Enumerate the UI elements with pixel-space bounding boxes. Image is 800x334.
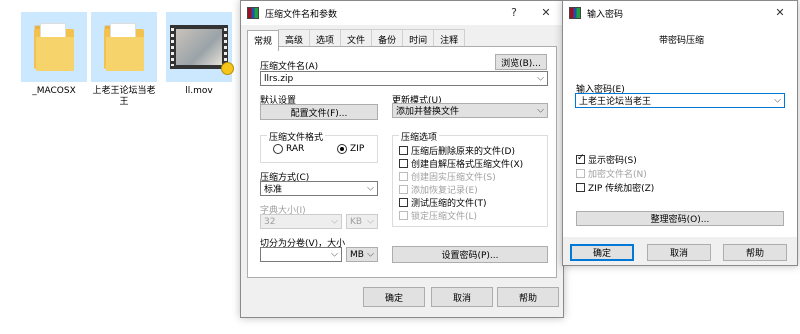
desktop-file-video[interactable]: ll.mov bbox=[166, 12, 234, 97]
password-panel: 带密码压缩 输入密码(E) 上老王论坛当老王 ⌵ 显示密码(S) 加密文件名(N… bbox=[563, 25, 797, 237]
split-unit-value: MB bbox=[350, 249, 364, 260]
titlebar: 压缩文件名和参数 ? ✕ bbox=[241, 1, 563, 25]
checkbox-label: 创建固实压缩文件(S) bbox=[411, 173, 496, 183]
dialog-title: 压缩文件名和参数 bbox=[265, 9, 338, 20]
chevron-down-icon: ⌵ bbox=[367, 249, 374, 259]
set-password-button[interactable]: 设置密码(P)... bbox=[392, 246, 548, 263]
password-help-button[interactable]: 帮助 bbox=[723, 244, 787, 261]
chevron-down-icon: ⌵ bbox=[331, 249, 338, 259]
checkbox-box bbox=[399, 159, 408, 168]
titlebar: 输入密码 ✕ bbox=[563, 1, 797, 25]
radio-dot bbox=[273, 144, 283, 154]
checkbox-box bbox=[399, 185, 408, 194]
desktop-file-macosx[interactable]: _MACOSX bbox=[21, 12, 87, 97]
archive-name-value: llrs.zip bbox=[264, 73, 294, 84]
checkbox-box bbox=[576, 183, 585, 192]
checkbox-label: 测试压缩的文件(T) bbox=[411, 199, 487, 209]
ok-button[interactable]: 确定 bbox=[363, 287, 425, 307]
video-file-icon bbox=[170, 25, 234, 75]
dict-size-select: 32 ⌵ bbox=[260, 214, 342, 229]
folder-thumbnail bbox=[91, 12, 157, 82]
format-zip-radio[interactable]: ZIP bbox=[337, 144, 364, 154]
solid-checkbox: 创建固实压缩文件(S) bbox=[399, 170, 496, 183]
general-panel: 压缩文件名(A) 浏览(B)... llrs.zip ⌵ 默认设置 配置文件(F… bbox=[247, 46, 557, 278]
dialog-title: 输入密码 bbox=[587, 9, 624, 20]
show-password-checkbox[interactable]: 显示密码(S) bbox=[576, 153, 637, 166]
browse-button[interactable]: 浏览(B)... bbox=[495, 54, 547, 70]
checkbox-label: 加密文件名(N) bbox=[588, 170, 647, 180]
checkbox-box bbox=[399, 211, 408, 220]
help-button[interactable]: 帮助 bbox=[497, 287, 559, 307]
password-value: 上老王论坛当老王 bbox=[579, 97, 652, 107]
chevron-down-icon: ⌵ bbox=[331, 216, 338, 226]
file-name: 上老王论坛当老王 bbox=[92, 86, 156, 107]
chevron-down-icon: ⌵ bbox=[537, 73, 544, 83]
checkbox-label: 压缩后删除原来的文件(D) bbox=[411, 147, 515, 157]
chevron-down-icon: ⌵ bbox=[774, 95, 781, 105]
organize-passwords-button[interactable]: 整理密码(O)... bbox=[576, 211, 784, 226]
chevron-down-icon: ⌵ bbox=[537, 105, 544, 115]
checkbox-box-checked bbox=[576, 153, 585, 164]
format-group-title: 压缩文件格式 bbox=[267, 130, 326, 143]
folder-thumbnail bbox=[21, 12, 87, 82]
folder-icon bbox=[104, 23, 144, 71]
help-title-button[interactable]: ? bbox=[499, 1, 529, 25]
password-heading: 带密码压缩 bbox=[659, 36, 705, 46]
checkbox-box bbox=[399, 146, 408, 155]
folder-icon bbox=[34, 23, 74, 71]
close-button[interactable]: ✕ bbox=[765, 1, 795, 25]
dict-size-value: 32 bbox=[264, 216, 276, 227]
dict-unit-select: KB ⌵ bbox=[346, 214, 378, 229]
options-group-title: 压缩选项 bbox=[399, 130, 440, 143]
checkbox-label: ZIP 传统加密(Z) bbox=[588, 184, 655, 194]
lock-archive-checkbox: 锁定压缩文件(L) bbox=[399, 209, 477, 222]
checkbox-box bbox=[399, 198, 408, 207]
sfx-checkbox[interactable]: 创建自解压格式压缩文件(X) bbox=[399, 157, 523, 170]
archive-params-dialog: 压缩文件名和参数 ? ✕ 常规 高级 选项 文件 备份 时间 注释 压缩文件名(… bbox=[240, 0, 564, 318]
recovery-record-checkbox: 添加恢复记录(E) bbox=[399, 183, 478, 196]
chevron-down-icon: ⌵ bbox=[367, 183, 374, 193]
password-input[interactable]: 上老王论坛当老王 ⌵ bbox=[575, 93, 785, 108]
method-value: 标准 bbox=[264, 185, 283, 195]
format-rar-radio[interactable]: RAR bbox=[273, 144, 304, 154]
password-dialog: 输入密码 ✕ 带密码压缩 输入密码(E) 上老王论坛当老王 ⌵ 显示密码(S) … bbox=[562, 0, 798, 266]
split-size-combo[interactable]: ⌵ bbox=[260, 247, 342, 262]
cancel-button[interactable]: 取消 bbox=[431, 287, 493, 307]
file-name: _MACOSX bbox=[32, 86, 76, 96]
test-files-checkbox[interactable]: 测试压缩的文件(T) bbox=[399, 196, 487, 209]
winrar-icon bbox=[569, 7, 581, 19]
archive-name-combo[interactable]: llrs.zip ⌵ bbox=[260, 71, 548, 86]
dict-unit-value: KB bbox=[350, 216, 363, 227]
options-group: 压缩选项 压缩后删除原来的文件(D) 创建自解压格式压缩文件(X) 创建固实压缩… bbox=[392, 130, 548, 227]
player-badge-icon bbox=[221, 62, 234, 75]
zip-legacy-encryption-checkbox[interactable]: ZIP 传统加密(Z) bbox=[576, 181, 654, 194]
update-mode-select[interactable]: 添加并替换文件 ⌵ bbox=[392, 103, 548, 118]
format-group: 压缩文件格式 RAR ZIP bbox=[260, 130, 378, 163]
checkbox-box bbox=[399, 172, 408, 181]
checkbox-label: 添加恢复记录(E) bbox=[411, 186, 478, 196]
method-select[interactable]: 标准 ⌵ bbox=[260, 181, 378, 196]
radio-dot-selected bbox=[337, 144, 347, 154]
update-mode-value: 添加并替换文件 bbox=[396, 107, 460, 117]
chevron-down-icon: ⌵ bbox=[367, 216, 374, 226]
desktop-file-folder[interactable]: 上老王论坛当老王 bbox=[91, 12, 157, 108]
checkbox-label: 显示密码(S) bbox=[588, 156, 637, 166]
checkbox-label: 锁定压缩文件(L) bbox=[411, 212, 478, 222]
close-button[interactable]: ✕ bbox=[531, 1, 561, 25]
delete-after-checkbox[interactable]: 压缩后删除原来的文件(D) bbox=[399, 144, 515, 157]
video-thumbnail bbox=[166, 12, 234, 82]
checkbox-label: 创建自解压格式压缩文件(X) bbox=[411, 160, 524, 170]
file-name: ll.mov bbox=[185, 86, 213, 96]
checkbox-box bbox=[576, 169, 585, 178]
winrar-icon bbox=[247, 7, 259, 19]
password-cancel-button[interactable]: 取消 bbox=[647, 244, 711, 261]
radio-label: RAR bbox=[286, 144, 305, 154]
encrypt-filenames-checkbox: 加密文件名(N) bbox=[576, 167, 647, 180]
radio-label: ZIP bbox=[350, 144, 365, 154]
password-ok-button[interactable]: 确定 bbox=[570, 244, 634, 261]
split-unit-select[interactable]: MB ⌵ bbox=[346, 247, 378, 262]
tab-general[interactable]: 常规 bbox=[247, 30, 280, 51]
profiles-button[interactable]: 配置文件(F)... bbox=[260, 104, 378, 120]
